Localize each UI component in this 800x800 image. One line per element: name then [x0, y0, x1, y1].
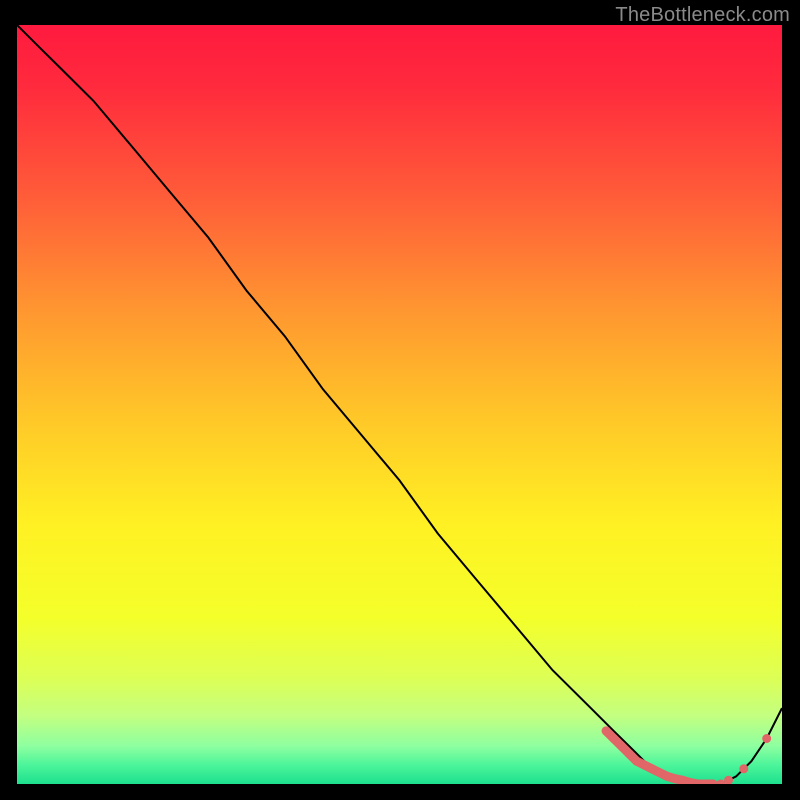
attribution-label: TheBottleneck.com: [615, 4, 790, 27]
bottleneck-curve: [17, 25, 782, 784]
chart-frame: TheBottleneck.com: [0, 0, 800, 800]
chart-lines: [17, 25, 782, 784]
plot-area: [17, 25, 782, 784]
sweet-spot-markers: [602, 726, 772, 784]
